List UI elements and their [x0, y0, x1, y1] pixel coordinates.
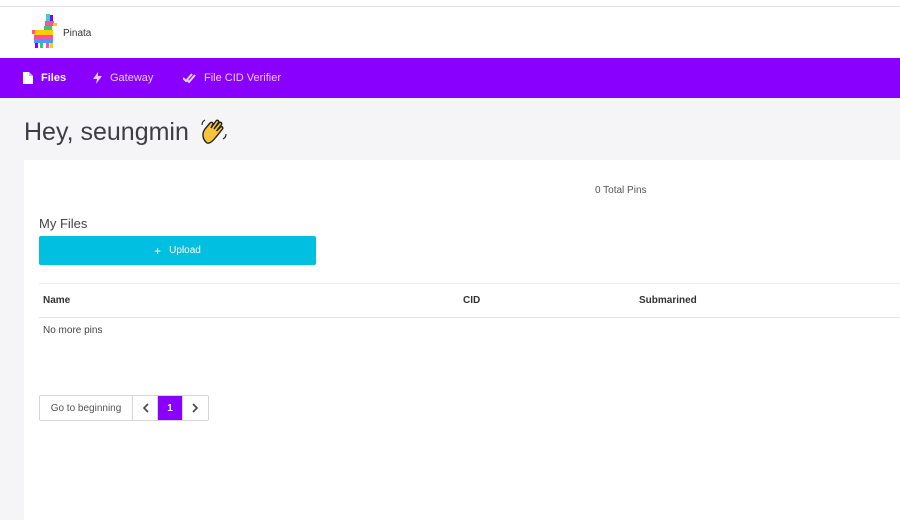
files-panel: 0 Total Pins My Files + Upload Name CID …	[24, 160, 900, 520]
my-files-title: My Files	[39, 216, 88, 231]
main-nav: Files Gateway File CID Verifier	[0, 58, 900, 98]
empty-table-message: No more pins	[43, 325, 103, 336]
nav-file-cid-verifier-label: File CID Verifier	[204, 72, 282, 84]
double-check-icon	[183, 72, 196, 83]
page-greeting: Hey, seungmin	[24, 117, 229, 147]
upload-button[interactable]: + Upload	[39, 236, 316, 265]
lightning-icon	[93, 72, 102, 84]
nav-file-cid-verifier[interactable]: File CID Verifier	[183, 58, 281, 98]
brand-header: Pinata	[0, 7, 900, 58]
nav-files[interactable]: Files	[23, 58, 66, 98]
go-to-beginning-button[interactable]: Go to beginning	[40, 396, 133, 420]
page-1-button[interactable]: 1	[158, 396, 183, 420]
nav-gateway-label: Gateway	[110, 72, 154, 84]
column-header-cid[interactable]: CID	[463, 295, 480, 306]
greeting-text: Hey, seungmin	[24, 117, 189, 146]
nav-gateway[interactable]: Gateway	[93, 58, 153, 98]
column-header-submarined[interactable]: Submarined	[639, 295, 697, 306]
pagination: Go to beginning 1	[39, 395, 209, 421]
waving-hand-icon	[201, 119, 227, 144]
chevron-left-icon	[142, 403, 149, 413]
brand-name: Pinata	[63, 28, 92, 39]
nav-files-label: Files	[41, 72, 67, 84]
previous-page-button[interactable]	[133, 396, 158, 420]
chevron-right-icon	[192, 403, 199, 413]
total-pins-count: 0 Total Pins	[595, 185, 647, 196]
file-icon	[23, 72, 33, 84]
upload-button-label: Upload	[169, 245, 201, 256]
browser-top-line	[0, 0, 900, 7]
plus-icon: +	[154, 243, 162, 258]
table-divider	[39, 283, 900, 284]
table-header-divider	[39, 317, 900, 318]
pinata-llama-logo[interactable]	[31, 13, 57, 49]
column-header-name[interactable]: Name	[43, 295, 70, 306]
next-page-button[interactable]	[183, 396, 208, 420]
